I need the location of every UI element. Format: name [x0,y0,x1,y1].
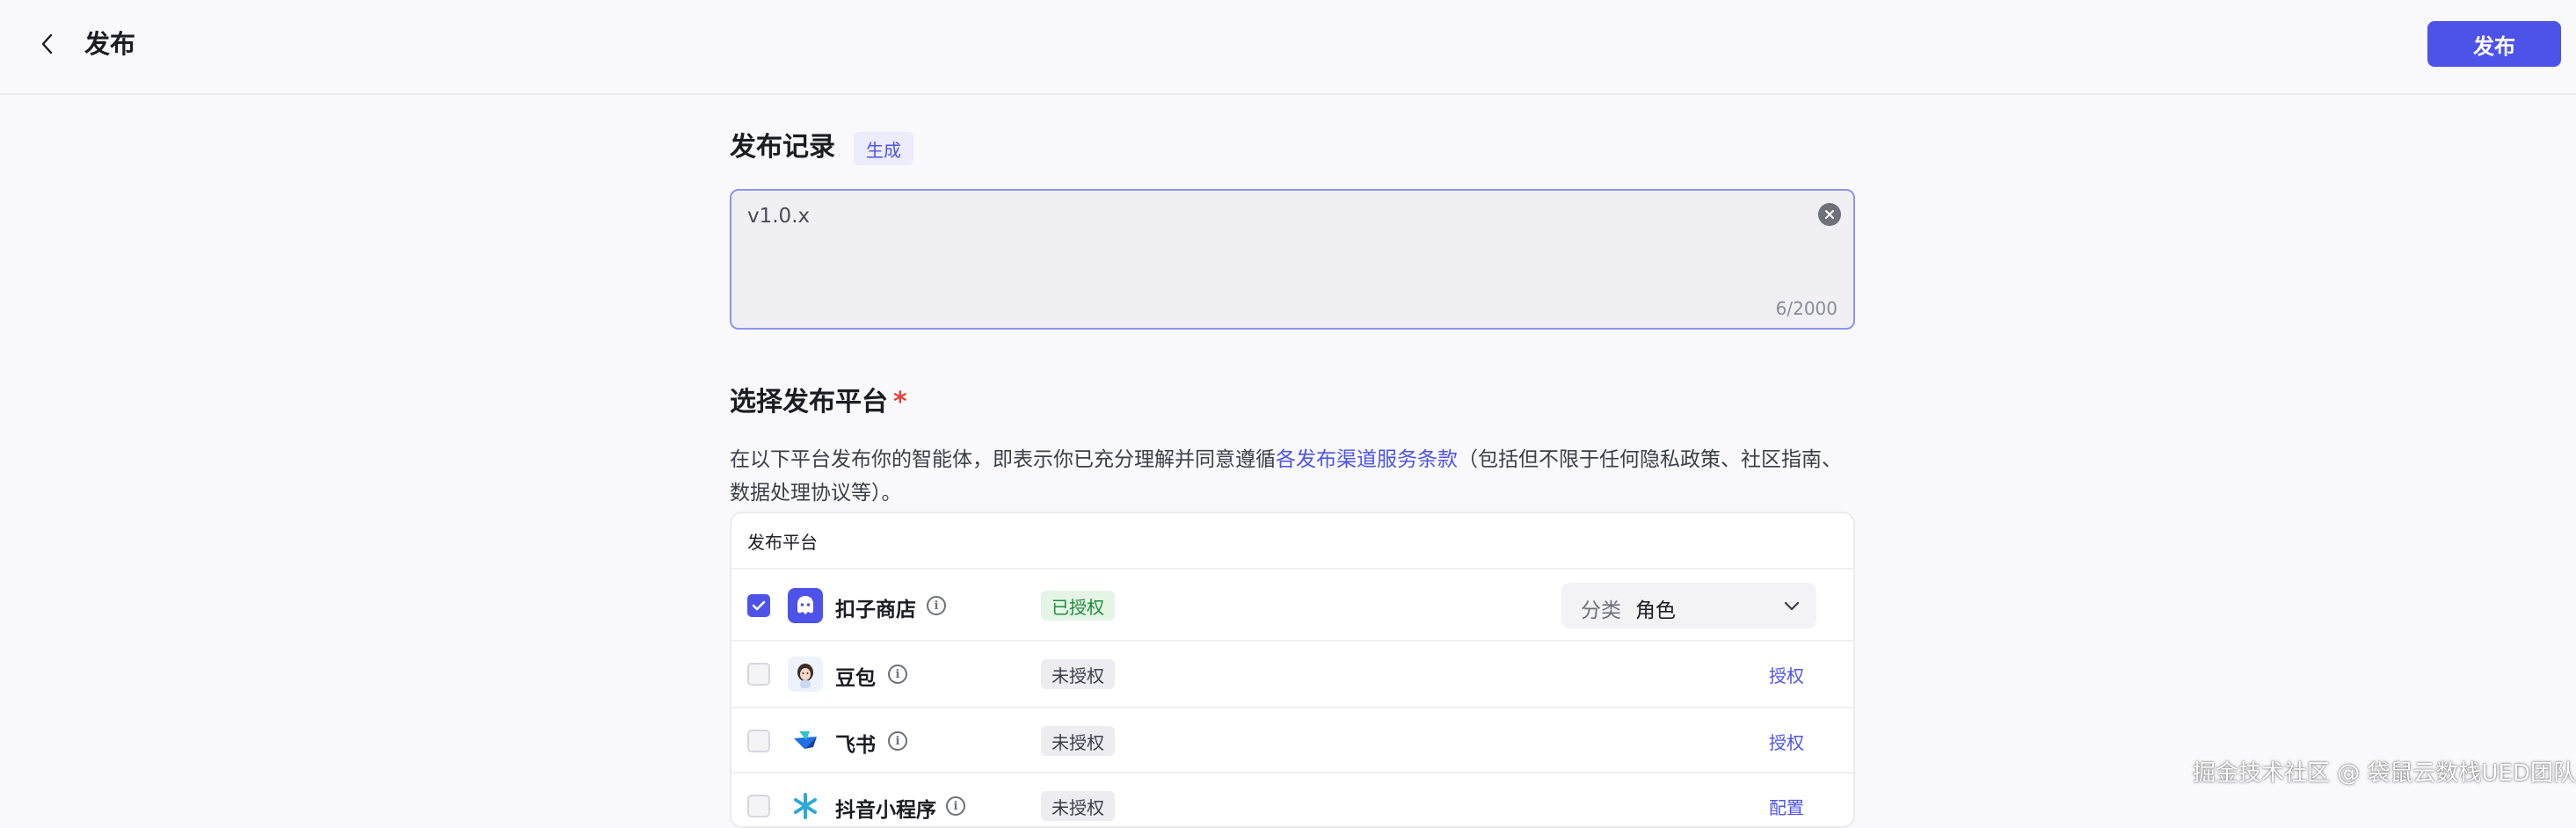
category-select[interactable]: 分类 角色 [1561,583,1816,628]
platform-name-douyin-mini: 抖音小程序 [835,799,936,822]
category-label: 分类 [1581,599,1621,622]
platform-row-coze-store: 扣子商店 i 已授权 分类 角色 [731,570,1853,642]
record-title: 发布记录 [730,132,835,163]
watermark: 掘金技术社区 @ 袋鼠云数栈UED团队 [2193,760,2576,787]
checkbox-doubao[interactable] [747,663,770,686]
check-icon [752,600,766,611]
chevron-down-icon [1784,601,1800,611]
required-mark: * [893,387,907,418]
platform-row-feishu: 飞书 i 未授权 授权 [731,708,1853,774]
release-notes-textarea[interactable]: v1.0.x 6/2000 [730,189,1855,330]
clear-icon[interactable] [1818,203,1841,226]
release-notes-value: v1.0.x [747,205,811,228]
checkbox-feishu[interactable] [747,730,770,752]
status-badge: 未授权 [1041,791,1115,821]
char-count: 6/2000 [1775,298,1837,319]
status-badge: 未授权 [1041,659,1115,689]
page-title: 发布 [84,29,136,59]
info-icon[interactable]: i [888,665,907,684]
checkbox-douyin-mini[interactable] [747,795,770,817]
chevron-left-icon [41,33,53,54]
terms-description: 在以下平台发布你的智能体，即表示你已充分理解并同意遵循各发布渠道服务条款（包括但… [730,443,1855,510]
status-badge: 未授权 [1041,726,1115,756]
info-icon[interactable]: i [946,796,965,816]
platform-name-feishu: 飞书 [835,734,876,757]
platform-title-text: 选择发布平台 [730,387,888,418]
douyin-mini-logo-icon [788,788,823,824]
status-badge: 已授权 [1041,591,1115,621]
back-button[interactable] [32,28,63,60]
terms-link[interactable]: 各发布渠道服务条款 [1276,448,1458,471]
coze-store-logo-icon [788,588,823,623]
authorize-link[interactable]: 授权 [1769,729,1804,754]
platform-table: 发布平台 扣子商店 i 已授权 分类 角色 豆包 i 未授权 授权 飞书 i 未… [730,512,1855,828]
feishu-logo-icon [788,723,823,759]
doubao-logo-icon [788,657,823,692]
platform-name-coze-store: 扣子商店 [835,599,916,621]
checkbox-coze-store[interactable] [747,594,770,617]
authorize-link[interactable]: 授权 [1769,662,1804,687]
info-icon[interactable]: i [927,596,946,615]
table-header: 发布平台 [731,513,1853,570]
platform-row-douyin-mini: 抖音小程序 i 未授权 配置 [731,774,1853,826]
platform-section-title: 选择发布平台 * [730,385,907,420]
generate-button[interactable]: 生成 [854,132,913,165]
platform-row-doubao: 豆包 i 未授权 授权 [731,642,1853,708]
platform-name-doubao: 豆包 [835,667,876,690]
info-icon[interactable]: i [888,731,907,751]
category-value: 角色 [1635,599,1676,622]
publish-button[interactable]: 发布 [2427,21,2561,67]
top-bar: 发布 发布 [0,0,2576,95]
terms-text-before: 在以下平台发布你的智能体，即表示你已充分理解并同意遵循 [730,448,1276,471]
